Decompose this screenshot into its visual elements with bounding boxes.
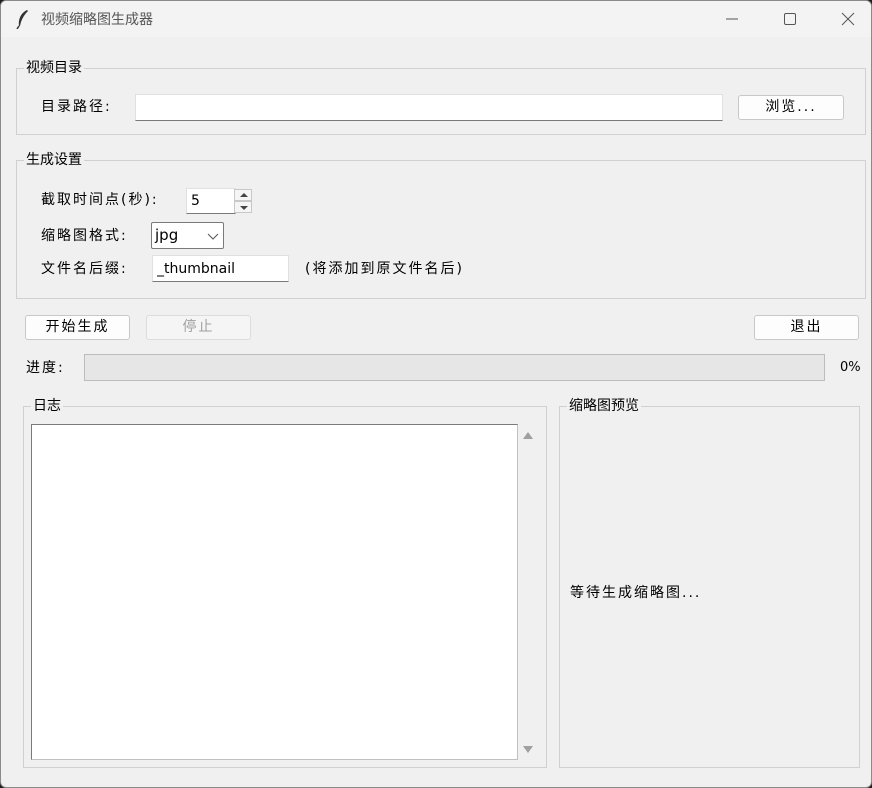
suffix-label: 文件名后缀:	[41, 261, 128, 277]
suffix-hint: (将添加到原文件名后)	[305, 261, 464, 277]
feather-icon	[16, 10, 28, 29]
format-label: 缩略图格式:	[41, 228, 128, 244]
progress-bar	[84, 354, 825, 381]
chevron-down-icon	[207, 233, 219, 240]
browse-button[interactable]: 浏览...	[738, 95, 844, 120]
minimize-icon	[726, 18, 738, 20]
spin-up-button[interactable]	[234, 189, 252, 201]
preview-placeholder: 等待生成缩略图...	[570, 585, 702, 601]
close-button[interactable]	[819, 1, 871, 37]
window-title: 视频缩略图生成器	[41, 12, 153, 28]
maximize-button[interactable]	[761, 1, 819, 37]
exit-button[interactable]: 退出	[754, 315, 859, 340]
spin-down-button[interactable]	[234, 201, 252, 213]
start-button[interactable]: 开始生成	[25, 315, 130, 340]
settings-legend: 生成设置	[24, 151, 84, 169]
minimize-button[interactable]	[703, 1, 761, 37]
format-combobox[interactable]: jpg	[151, 222, 224, 249]
log-scrollbar[interactable]	[518, 424, 538, 760]
scroll-up-icon[interactable]	[523, 432, 533, 439]
progress-label: 进度:	[26, 360, 65, 376]
format-value: jpg	[155, 226, 179, 244]
path-input[interactable]	[135, 94, 723, 121]
progress-percent: 0%	[840, 360, 861, 375]
path-label: 目录路径:	[41, 99, 112, 115]
scroll-down-icon[interactable]	[523, 746, 533, 753]
time-spinbox[interactable]	[186, 188, 236, 214]
video-dir-legend: 视频目录	[24, 59, 84, 77]
title-bar[interactable]: 视频缩略图生成器	[1, 1, 871, 37]
log-textarea[interactable]	[31, 424, 518, 760]
app-window: 视频缩略图生成器 视频目录 目录路径: 浏览... 生成设置 截取时间点(秒):	[0, 0, 872, 788]
time-label: 截取时间点(秒):	[41, 192, 159, 208]
maximize-icon	[784, 13, 796, 25]
preview-legend: 缩略图预览	[567, 397, 641, 415]
close-icon	[841, 12, 855, 26]
log-legend: 日志	[31, 397, 63, 415]
time-spinner	[234, 189, 252, 213]
suffix-input[interactable]	[152, 255, 289, 282]
stop-button[interactable]: 停止	[146, 315, 251, 340]
